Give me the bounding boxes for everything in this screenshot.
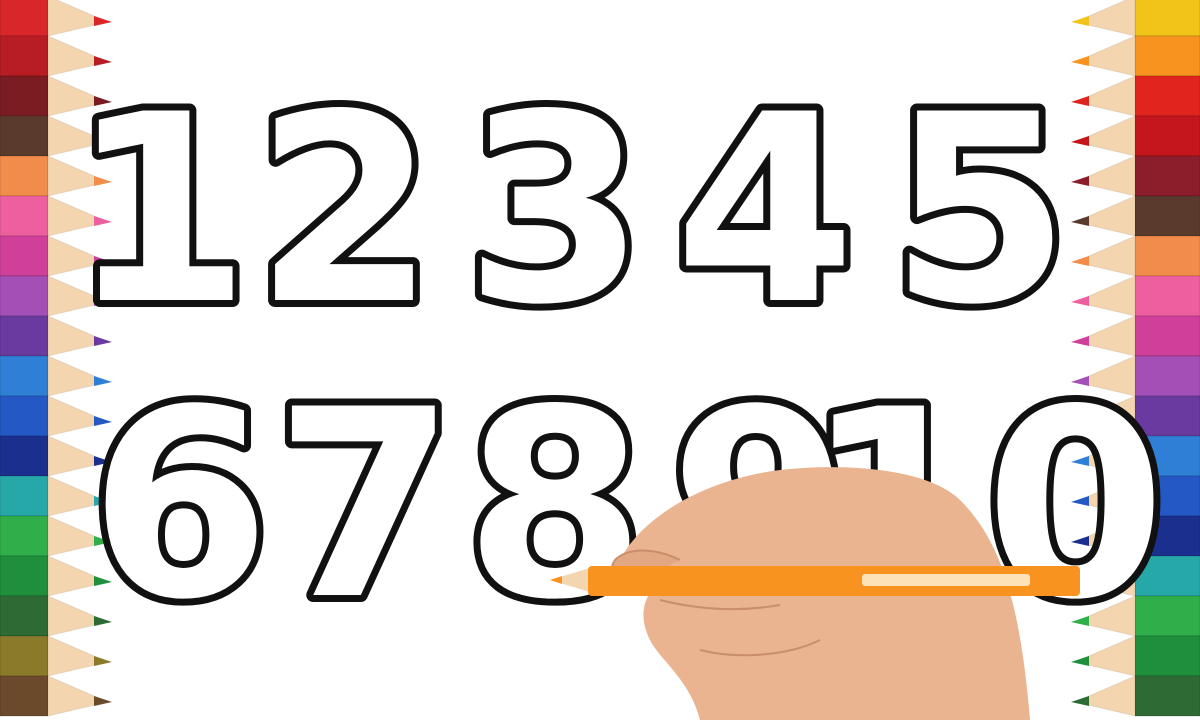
colored-pencil-icon — [1071, 35, 1200, 77]
colored-pencil-icon — [1071, 155, 1200, 197]
number-1: 1 — [70, 60, 251, 362]
number-5: 5 — [890, 60, 1071, 362]
colored-pencil-icon — [1071, 75, 1200, 117]
colored-pencil-icon — [1071, 0, 1200, 37]
colored-pencil-icon — [0, 675, 112, 717]
held-pencil-icon — [550, 566, 1080, 596]
number-7: 7 — [275, 355, 456, 657]
colored-pencil-icon — [1071, 195, 1200, 237]
number-6: 6 — [90, 355, 271, 657]
number-4: 4 — [675, 60, 856, 362]
number-8: 8 — [465, 355, 646, 657]
scene: 1 2 3 4 5 6 7 8 9 10 — [0, 0, 1200, 720]
number-3: 3 — [465, 60, 646, 362]
colored-pencil-icon — [0, 0, 112, 37]
colored-pencil-icon — [1071, 235, 1200, 277]
colored-pencil-icon — [1071, 115, 1200, 157]
colored-pencil-icon — [1071, 315, 1200, 357]
colored-pencil-icon — [1071, 275, 1200, 317]
numbers-row-1: 1 2 3 4 5 — [63, 53, 1078, 369]
number-2: 2 — [255, 60, 436, 362]
colored-pencil-icon — [1071, 675, 1200, 717]
